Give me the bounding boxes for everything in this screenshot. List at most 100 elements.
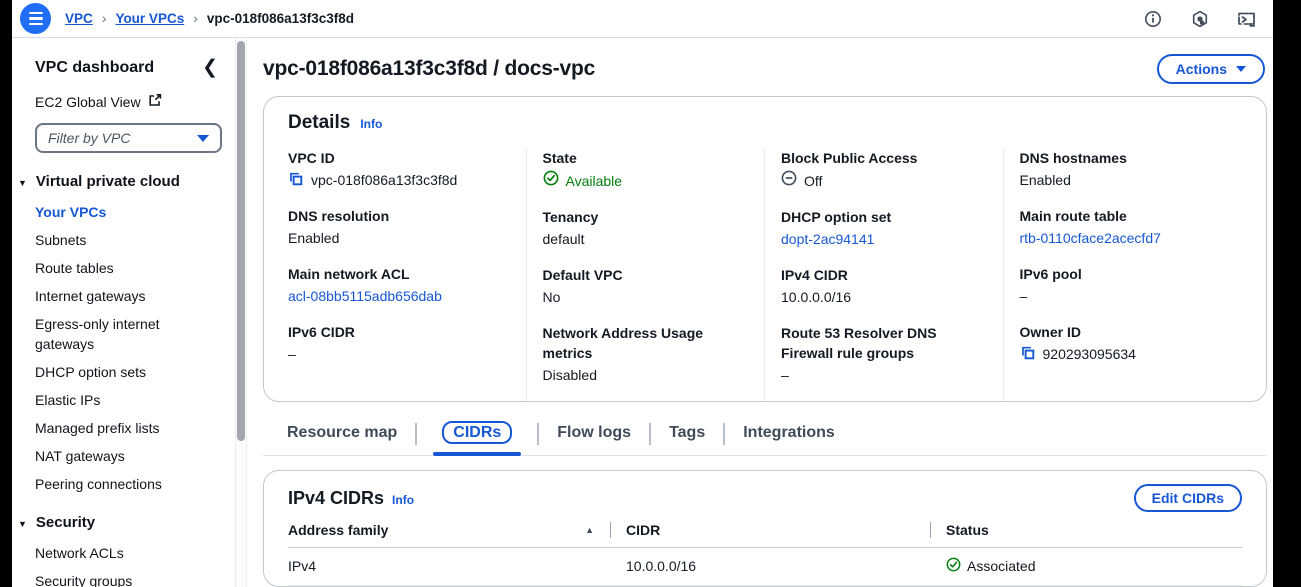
tab-tags[interactable]: Tags [667,420,707,455]
sidebar-item-nat-gateways[interactable]: NAT gateways [35,446,211,466]
sidebar-item-security-groups[interactable]: Security groups [35,571,211,587]
detail-main-route-table: Main route table rtb-0110cface2acecfd7 [1020,206,1243,248]
tab-divider [649,423,651,445]
info-icon [1144,10,1162,28]
section-security: ▼ Security Network ACLs Security groups [35,514,232,587]
sidebar-item-subnets[interactable]: Subnets [35,230,211,250]
cloudshell-icon [1237,10,1257,28]
copy-icon [1020,345,1036,364]
details-column-1: VPC ID vpc-018f086a13f3c3f8d DNS resolut… [288,148,527,401]
detail-ipv4-cidr: IPv4 CIDR 10.0.0.0/16 [781,265,987,307]
section-toggle-virtual-private-cloud[interactable]: ▼ Virtual private cloud [18,173,232,190]
topbar: VPC › Your VPCs › vpc-018f086a13f3c3f8d [12,0,1273,38]
details-column-4: DNS hostnames Enabled Main route table r… [1004,148,1243,401]
dhcp-option-set-link[interactable]: dopt-2ac94141 [781,229,874,249]
cloudshell-button[interactable] [1237,9,1257,29]
detail-vpc-id: VPC ID vpc-018f086a13f3c3f8d [288,148,510,190]
tab-cidrs[interactable]: CIDRs [433,420,521,455]
tab-integrations[interactable]: Integrations [741,420,837,455]
chevron-right-icon: › [193,11,198,25]
column-header-address-family[interactable]: Address family ▲ [288,522,610,538]
copy-vpc-id-button[interactable] [288,171,304,190]
hamburger-icon [29,12,43,25]
detail-ipv6-pool: IPv6 pool – [1020,264,1243,306]
detail-network-address-usage-metrics: Network Address Usage metrics Disabled [543,323,749,385]
copy-owner-id-button[interactable] [1020,345,1036,364]
copy-icon [288,171,304,190]
ipv4-cidrs-info-link[interactable]: Info [392,493,414,507]
section-label: Virtual private cloud [36,173,180,190]
vpc-filter-dropdown[interactable]: Filter by VPC [35,123,222,153]
section-label: Security [36,514,95,531]
detail-dns-resolution: DNS resolution Enabled [288,206,510,248]
main-route-table-link[interactable]: rtb-0110cface2acecfd7 [1020,228,1161,248]
sidebar-item-network-acls[interactable]: Network ACLs [35,543,211,563]
details-column-3: Block Public Access Off DHCP option set … [765,148,1004,401]
sidebar-item-peering-connections[interactable]: Peering connections [35,474,211,494]
check-circle-icon [946,557,961,575]
network-acl-link[interactable]: acl-08bb5115adb656dab [288,286,442,306]
settings-gear-icon [1191,10,1209,28]
sidebar-scrollbar-track[interactable] [235,38,246,587]
sidebar-item-managed-prefix-lists[interactable]: Managed prefix lists [35,418,211,438]
actions-button[interactable]: Actions [1157,54,1265,84]
chevron-right-icon: › [102,11,107,25]
detail-main-network-acl: Main network ACL acl-08bb5115adb656dab [288,264,510,306]
check-circle-icon [543,170,559,191]
sidebar-title: VPC dashboard [35,59,154,77]
collapse-sidebar-button[interactable]: ❮︎ [200,58,220,77]
actions-button-label: Actions [1176,61,1227,77]
tab-resource-map[interactable]: Resource map [285,420,399,455]
chevron-down-icon [1236,66,1246,72]
tab-divider [723,423,725,445]
details-title: Details [288,112,350,134]
detail-dhcp-option-set: DHCP option set dopt-2ac94141 [781,207,987,249]
detail-dns-hostnames: DNS hostnames Enabled [1020,148,1243,190]
breadcrumb-current-page: vpc-018f086a13f3c3f8d [207,11,354,26]
chevron-down-icon [197,135,209,142]
ec2-global-view-label: EC2 Global View [35,94,141,110]
breadcrumb-vpc-link[interactable]: VPC [65,11,93,26]
ec2-global-view-link[interactable]: EC2 Global View [35,93,232,110]
tab-divider [415,423,417,445]
page-title: vpc-018f086a13f3c3f8d / docs-vpc [263,57,595,81]
detail-owner-id: Owner ID 920293095634 [1020,322,1243,364]
detail-tenancy: Tenancy default [543,207,749,249]
section-toggle-security[interactable]: ▼ Security [18,514,232,531]
sidebar-item-elastic-ips[interactable]: Elastic IPs [35,390,211,410]
detail-ipv6-cidr: IPv6 CIDR – [288,322,510,364]
tab-divider [537,423,539,445]
vpc-console-window: VPC › Your VPCs › vpc-018f086a13f3c3f8d [12,0,1273,587]
sidebar-item-internet-gateways[interactable]: Internet gateways [35,286,211,306]
sidebar-item-dhcp-option-sets[interactable]: DHCP option sets [35,362,211,382]
topbar-actions [1143,9,1261,29]
hamburger-menu-button[interactable] [20,3,51,34]
settings-button[interactable] [1190,9,1210,29]
sort-ascending-icon[interactable]: ▲ [585,525,594,535]
info-button[interactable] [1143,9,1163,29]
sidebar-item-egress-only-internet-gateways[interactable]: Egress-only internet gateways [35,314,211,354]
breadcrumb-your-vpcs-link[interactable]: Your VPCs [115,11,184,26]
chevron-down-icon: ▼ [18,519,27,529]
details-info-link[interactable]: Info [360,117,382,131]
edit-cidrs-button[interactable]: Edit CIDRs [1134,484,1242,512]
main-content: vpc-018f086a13f3c3f8d / docs-vpc Actions… [247,38,1273,587]
external-link-icon [148,93,162,110]
chevron-down-icon: ▼ [18,178,27,188]
sidebar-item-route-tables[interactable]: Route tables [35,258,211,278]
section-virtual-private-cloud: ▼ Virtual private cloud Your VPCs Subnet… [35,173,232,494]
vpc-filter-placeholder: Filter by VPC [48,130,130,146]
sidebar-item-your-vpcs[interactable]: Your VPCs [35,202,211,222]
sidebar-scrollbar-thumb[interactable] [237,41,245,441]
detail-default-vpc: Default VPC No [543,265,749,307]
detail-block-public-access: Block Public Access Off [781,148,987,191]
tab-flow-logs[interactable]: Flow logs [555,420,633,455]
ipv4-cidrs-title: IPv4 CIDRs [288,488,384,509]
sidebar: VPC dashboard ❮︎ EC2 Global View Filter … [12,38,247,587]
column-header-status[interactable]: Status [930,522,1242,538]
column-header-cidr[interactable]: CIDR [610,522,930,538]
table-row[interactable]: IPv4 10.0.0.0/16 Associated [288,548,1242,586]
details-panel: Details Info VPC ID vpc-018f086a13f3c3f8… [263,96,1267,402]
minus-circle-icon [781,170,797,191]
cell-address-family: IPv4 [288,557,610,575]
